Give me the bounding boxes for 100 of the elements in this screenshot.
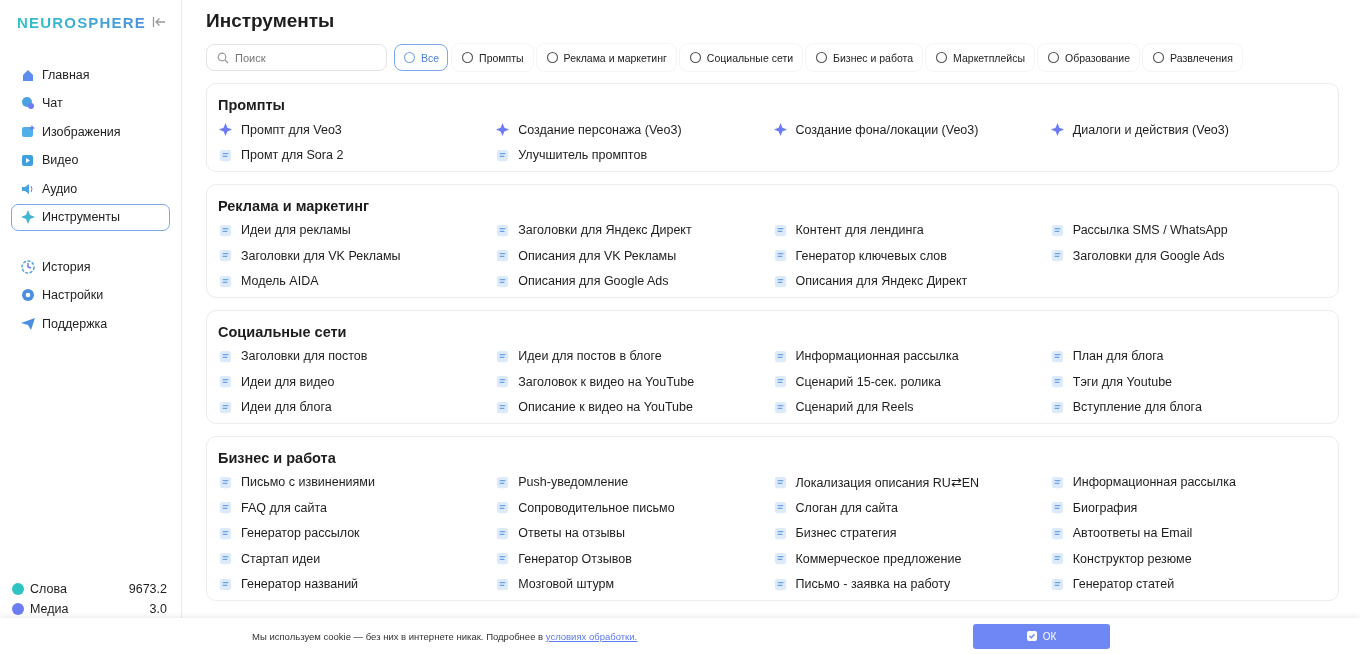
tool-link[interactable]: Автоответы на Email	[1049, 523, 1193, 543]
tool-link[interactable]: Заголовок к видео на YouTube	[495, 372, 695, 391]
nav-item[interactable]: Главная	[11, 61, 170, 89]
tool-link[interactable]: Генератор статей	[1049, 574, 1175, 594]
tool-link[interactable]: Описание к видео на YouTube	[495, 397, 693, 417]
checkbox-icon	[1026, 631, 1037, 641]
balance-label: Медиа	[30, 602, 69, 616]
tool-link[interactable]: Создание фона/локации (Veo3)	[772, 120, 979, 139]
document-icon	[495, 374, 511, 389]
document-icon	[495, 248, 511, 263]
sparkle-icon	[772, 122, 788, 137]
category-title: Промпты	[218, 96, 286, 115]
tool-link[interactable]: Улучшитель промптов	[495, 145, 648, 165]
filter-chip[interactable]: Маркетплейсы	[926, 44, 1034, 71]
tool-link[interactable]: Идеи для блога	[218, 397, 332, 417]
filter-chip[interactable]: Социальные сети	[679, 44, 803, 71]
tool-link[interactable]: Бизнес стратегия	[772, 523, 897, 543]
tool-link[interactable]: Ответы на отзывы	[495, 523, 625, 543]
filter-chip[interactable]: Реклама и маркетинг	[536, 44, 676, 71]
nav-icon	[20, 315, 36, 332]
tool-link[interactable]: Промт для Sora 2	[218, 145, 344, 165]
category-title: Социальные сети	[218, 322, 348, 342]
tool-link[interactable]: Информационная рассылка	[1049, 472, 1236, 492]
filter-chip[interactable]: Все	[394, 44, 449, 71]
tool-link[interactable]: Заголовки для VK Рекламы	[218, 246, 401, 265]
balance-value: 9673.2	[128, 582, 167, 596]
document-icon	[218, 551, 233, 566]
tool-link[interactable]: Биография	[1049, 498, 1138, 517]
document-icon	[1049, 374, 1065, 389]
tool-link[interactable]: Локализация описания RU⇄EN	[772, 472, 980, 492]
category-title: Реклама и маркетинг	[218, 196, 371, 216]
nav-item[interactable]: История	[11, 253, 170, 281]
tool-link[interactable]: Заголовки для постов	[218, 346, 368, 366]
nav-item[interactable]: Изображения	[11, 118, 170, 146]
nav-item[interactable]: Инструменты	[11, 203, 170, 231]
tool-link[interactable]: Модель AIDA	[218, 271, 319, 291]
tool-link[interactable]: Сценарий для Reels	[772, 397, 914, 417]
filter-chip[interactable]: Образование	[1037, 44, 1140, 71]
document-icon	[495, 273, 511, 289]
cookie-text: Мы используем cookie — без них в интернете никак. Подробнее в условиях обработки.	[252, 630, 638, 642]
tool-link[interactable]: Тэги для Youtube	[1049, 372, 1173, 391]
policy-link[interactable]: условиях обработки.	[545, 630, 638, 642]
tool-link[interactable]: Мозговой штурм	[495, 574, 615, 594]
tool-link[interactable]: Рассылка SMS / WhatsApp	[1049, 220, 1228, 240]
tool-link[interactable]: Описания для Яндекс Директ	[772, 271, 968, 291]
document-icon	[218, 525, 233, 541]
document-icon	[218, 576, 233, 592]
page-title: Инструменты	[206, 10, 336, 32]
tool-link[interactable]: План для блога	[1049, 346, 1164, 366]
tool-link[interactable]: Коммерческое предложение	[772, 549, 962, 568]
filter-chip[interactable]: Развлечения	[1143, 44, 1242, 71]
tool-link[interactable]: Сценарий 15-сек. ролика	[772, 372, 942, 391]
tool-link[interactable]: Заголовки для Google Ads	[1049, 246, 1225, 265]
tool-link[interactable]: Создание персонажа (Veo3)	[495, 120, 682, 139]
tool-link[interactable]: Описания для Google Ads	[495, 271, 669, 291]
nav-icon	[20, 152, 36, 169]
tool-link[interactable]: Генератор названий	[218, 574, 359, 594]
nav-icon	[20, 123, 36, 140]
tool-link[interactable]: Письмо - заявка на работу	[772, 574, 951, 594]
nav-item[interactable]: Чат	[11, 89, 170, 117]
nav-item[interactable]: Настройки	[11, 281, 170, 309]
nav-item[interactable]: Видео	[11, 146, 170, 174]
tool-link[interactable]: Вступление для блога	[1049, 397, 1202, 417]
tool-link[interactable]: Конструктор резюме	[1049, 549, 1192, 568]
tool-link[interactable]: Письмо с извинениями	[218, 472, 375, 492]
tool-link[interactable]: Промпт для Veo3	[218, 120, 342, 139]
tool-link[interactable]: Описания для VK Рекламы	[495, 246, 677, 265]
tool-link[interactable]: Заголовки для Яндекс Директ	[495, 220, 692, 240]
document-icon	[495, 576, 511, 592]
document-icon	[772, 273, 788, 289]
tool-link[interactable]: Идеи для рекламы	[218, 220, 351, 240]
filter-chip[interactable]: Бизнес и работа	[806, 44, 923, 71]
document-icon	[218, 248, 233, 263]
document-icon	[495, 500, 511, 515]
nav-icon	[20, 95, 36, 112]
tool-link[interactable]: Генератор ключевых слов	[772, 246, 947, 265]
nav-item[interactable]: Аудио	[11, 175, 170, 203]
document-icon	[772, 248, 788, 263]
search-field[interactable]: Поиск	[206, 44, 387, 71]
document-icon	[218, 399, 233, 415]
tool-link[interactable]: Идеи для видео	[218, 372, 335, 391]
document-icon	[772, 374, 788, 389]
tool-link[interactable]: Слоган для сайта	[772, 498, 899, 517]
tool-link[interactable]: Генератор рассылок	[218, 523, 360, 543]
filter-chip[interactable]: Промпты	[452, 44, 533, 71]
tool-link[interactable]: Генератор Отзывов	[495, 549, 632, 568]
document-icon	[772, 576, 788, 592]
tool-link[interactable]: FAQ для сайта	[218, 498, 328, 517]
tool-link[interactable]: Push-уведомление	[495, 472, 629, 492]
tool-link[interactable]: Сопроводительное письмо	[495, 498, 675, 517]
nav-item[interactable]: Поддержка	[11, 310, 170, 338]
tool-link[interactable]: Идеи для постов в блоге	[495, 346, 662, 366]
collapse-icon[interactable]	[152, 15, 166, 29]
document-icon	[772, 222, 788, 238]
document-icon	[772, 525, 788, 541]
tool-link[interactable]: Диалоги и действия (Veo3)	[1049, 120, 1229, 139]
tool-link[interactable]: Информационная рассылка	[772, 346, 959, 366]
document-icon	[1049, 248, 1065, 263]
tool-link[interactable]: Контент для лендинга	[772, 220, 924, 240]
tool-link[interactable]: Стартап идеи	[218, 549, 321, 568]
